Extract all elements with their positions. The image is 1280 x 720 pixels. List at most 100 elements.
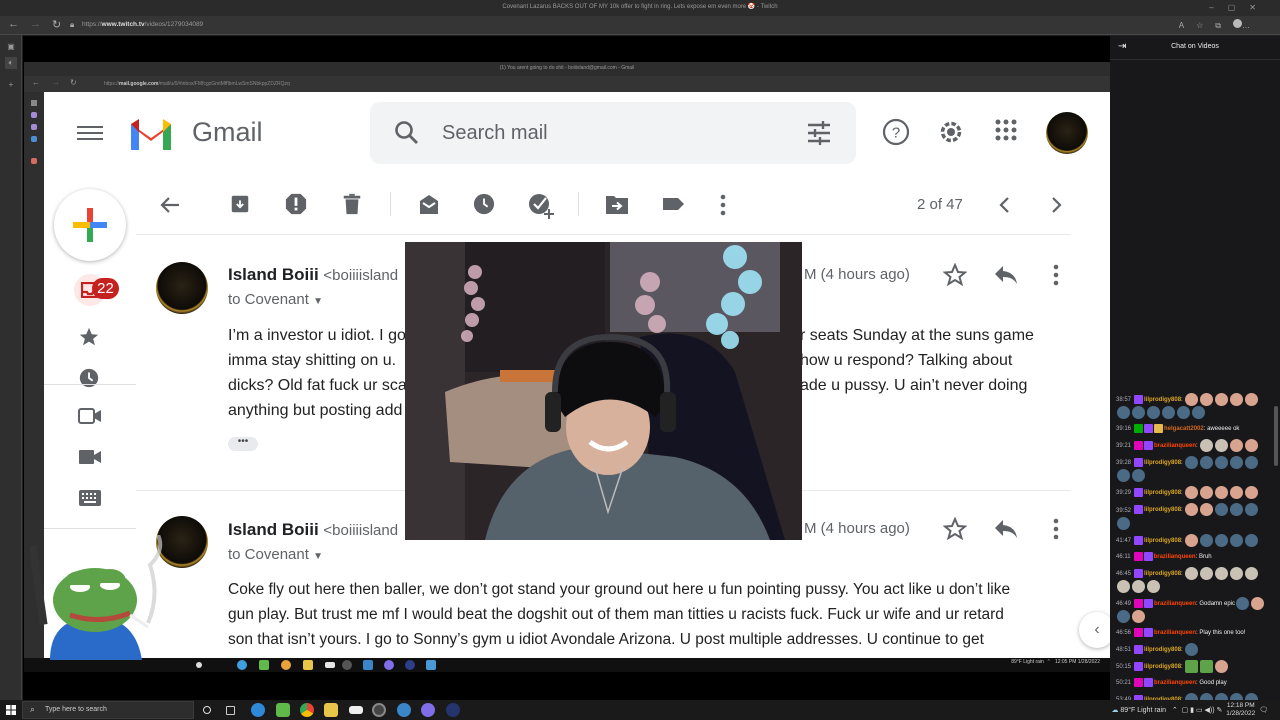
blue-emote-icon[interactable] [1245, 693, 1259, 700]
blue-emote-icon[interactable] [1185, 693, 1199, 700]
task-view-icon[interactable] [226, 706, 235, 715]
close-button[interactable]: ✕ [1249, 3, 1270, 12]
chat-badge-icon[interactable] [1134, 662, 1144, 672]
maximize-button[interactable]: ▢ [1228, 3, 1250, 12]
blue-emote-icon[interactable] [1236, 596, 1250, 610]
blue-emote-icon[interactable] [1245, 503, 1259, 517]
blue-emote-icon[interactable] [1162, 406, 1175, 420]
blue-emote-icon[interactable] [1185, 643, 1199, 657]
face-emote-icon[interactable] [1185, 393, 1199, 406]
blue-emote-icon[interactable] [1230, 693, 1244, 700]
bear-emote-icon[interactable] [1200, 566, 1214, 580]
reload-icon[interactable]: ↻ [52, 18, 61, 31]
chat-username[interactable]: lilprodigy808 [1144, 571, 1181, 577]
chat-timestamp[interactable]: 39:29 [1116, 490, 1131, 496]
blue-emote-icon[interactable] [1117, 609, 1130, 623]
browser-tab-title[interactable]: Covenant Lazarus BACKS OUT OF MY 10k off… [0, 3, 1280, 10]
chat-badge-icon[interactable] [1134, 505, 1144, 515]
face-emote-icon[interactable] [1230, 393, 1244, 406]
blue-emote-icon[interactable] [1230, 503, 1244, 517]
chat-timestamp[interactable]: 39:16 [1116, 426, 1131, 432]
blue-emote-icon[interactable] [1215, 693, 1229, 700]
chat-badge-icon[interactable] [1134, 645, 1144, 655]
chat-timestamp[interactable]: 46:45 [1116, 571, 1131, 577]
blue-emote-icon[interactable] [1192, 406, 1205, 420]
read-aloud-icon[interactable]: A [1179, 21, 1196, 30]
chat-badge-icon[interactable] [1143, 551, 1153, 561]
recipient-details[interactable]: to Covenant ▼ [228, 546, 323, 563]
taskbar-search-input[interactable]: Type here to search [45, 706, 107, 713]
lock-icon[interactable]: 🔒︎ [70, 20, 74, 30]
chat-badge-icon[interactable] [1133, 551, 1143, 561]
chat-username[interactable]: helgacatt2002 [1164, 426, 1204, 432]
chat-timestamp[interactable]: 39:52 [1116, 508, 1131, 514]
reply-icon[interactable] [993, 518, 1019, 540]
bear-emote-icon[interactable] [1245, 566, 1259, 580]
chat-username[interactable]: lilprodigy808 [1144, 490, 1181, 496]
audio-tab-icon[interactable]: 🔈︎ [5, 57, 17, 69]
obs-icon[interactable] [372, 703, 386, 717]
chat-badge-icon[interactable] [1134, 598, 1144, 608]
chat-badge-icon[interactable] [1134, 441, 1144, 451]
face-emote-icon[interactable] [1245, 439, 1259, 453]
caret-down-icon[interactable]: ▼ [313, 551, 323, 562]
vpn-icon[interactable] [446, 703, 460, 717]
chat-badge-icon[interactable] [1134, 535, 1144, 545]
face-emote-icon[interactable] [1200, 486, 1214, 500]
minimize-button[interactable]: – [1209, 3, 1227, 12]
chat-badge-icon[interactable] [1134, 395, 1144, 404]
taskbar-search-box[interactable]: ⌕ Type here to search [22, 701, 194, 719]
blue-emote-icon[interactable] [1177, 406, 1190, 420]
chat-badge-icon[interactable] [1144, 678, 1154, 688]
blue-emote-icon[interactable] [1132, 406, 1145, 420]
chat-badge-icon[interactable] [1134, 568, 1144, 578]
blue-emote-icon[interactable] [1245, 456, 1259, 470]
bear-emote-icon[interactable] [1200, 439, 1214, 453]
chat-badge-icon[interactable] [1144, 441, 1154, 451]
pepe-emote-icon[interactable] [1200, 660, 1214, 674]
tab-icon[interactable]: ▣ [5, 41, 17, 53]
cloud-drive-icon[interactable] [349, 706, 363, 714]
face-emote-icon[interactable] [1215, 393, 1229, 406]
face-emote-icon[interactable] [1230, 439, 1244, 453]
bear-emote-icon[interactable] [1117, 579, 1130, 593]
chat-timestamp[interactable]: 46:11 [1116, 554, 1131, 560]
chat-badge-icon[interactable] [1134, 678, 1144, 688]
forward-arrow-icon[interactable]: → [30, 18, 41, 30]
back-arrow-icon[interactable]: ← [8, 18, 19, 30]
chat-badge-icon[interactable] [1134, 458, 1144, 468]
android-icon[interactable] [276, 703, 290, 717]
chat-username[interactable]: lilprodigy808 [1144, 508, 1181, 514]
window-controls[interactable]: –▢✕ [1209, 3, 1270, 12]
chat-timestamp[interactable]: 50:15 [1116, 664, 1131, 670]
blue-emote-icon[interactable] [1147, 406, 1160, 420]
pepe-emote-icon[interactable] [1185, 660, 1199, 674]
clock[interactable]: 12:18 PM 1/28/2022 [1226, 702, 1255, 718]
message-more-icon[interactable] [1050, 517, 1062, 541]
steam-icon[interactable] [397, 703, 411, 717]
tray-chevron-icon[interactable]: ⌃ [1172, 707, 1178, 714]
face-emote-icon[interactable] [1230, 486, 1244, 500]
chat-username[interactable]: lilprodigy808 [1144, 538, 1181, 544]
bear-emote-icon[interactable] [1215, 566, 1229, 580]
blue-emote-icon[interactable] [1117, 516, 1130, 530]
blue-emote-icon[interactable] [1215, 533, 1229, 547]
face-emote-icon[interactable] [1200, 393, 1214, 406]
windows-start-icon[interactable] [6, 705, 16, 715]
blue-emote-icon[interactable] [1230, 456, 1244, 470]
more-menu-icon[interactable]: … [1242, 21, 1262, 30]
blue-emote-icon[interactable] [1185, 456, 1199, 470]
face-emote-icon[interactable] [1185, 486, 1199, 500]
chat-timestamp[interactable]: 50:21 [1116, 680, 1131, 686]
face-emote-icon[interactable] [1251, 596, 1265, 610]
star-icon[interactable] [943, 517, 967, 541]
blue-emote-icon[interactable] [1132, 469, 1145, 483]
chat-username[interactable]: brazilianqueen [1154, 601, 1196, 607]
edge-icon[interactable] [251, 703, 265, 717]
new-tab-icon[interactable]: + [5, 79, 17, 91]
chat-badge-icon[interactable] [1144, 598, 1154, 608]
blue-emote-icon[interactable] [1230, 533, 1244, 547]
chat-username[interactable]: brazilianqueen [1154, 443, 1196, 449]
chat-username[interactable]: brazilianqueen [1154, 554, 1196, 560]
chat-timestamp[interactable]: 46:49 [1116, 601, 1131, 607]
